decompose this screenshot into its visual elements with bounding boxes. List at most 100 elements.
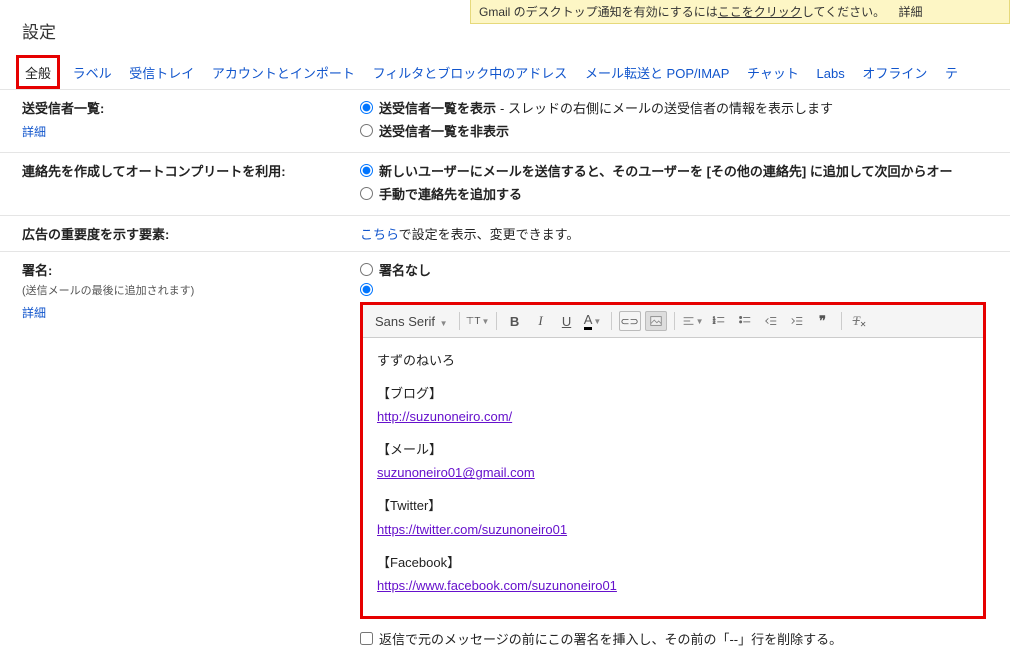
autocomplete-manual-label: 手動で連絡先を追加する — [379, 184, 522, 203]
bullet-list-icon — [738, 314, 752, 328]
chevron-down-icon: ▼ — [696, 317, 704, 326]
recipients-hide-row: 送受信者一覧を非表示 — [360, 121, 1000, 140]
toolbar-divider — [611, 312, 612, 330]
section-recipients-content: 送受信者一覧を表示 - スレッドの右側にメールの送受信者の情報を表示します 送受… — [360, 98, 1010, 144]
signature-insert-checkbox[interactable] — [360, 632, 373, 645]
section-signature: 署名: (送信メールの最後に追加されます) 詳細 署名なし Sans Serif… — [0, 252, 1010, 656]
toolbar-divider — [674, 312, 675, 330]
indent-less-icon — [764, 314, 778, 328]
section-autocomplete-content: 新しいユーザーにメールを送信すると、そのユーザーを [その他の連絡先] に追加し… — [360, 161, 1010, 207]
sig-mail-head: 【メール】 — [377, 439, 969, 461]
tab-offline[interactable]: オフライン — [855, 55, 934, 89]
image-icon — [649, 314, 663, 328]
remove-formatting-button[interactable]: T✕ — [849, 311, 871, 331]
align-icon — [682, 314, 695, 328]
recipients-details-link[interactable]: 詳細 — [22, 123, 46, 140]
settings-tabs: 全般 ラベル 受信トレイ アカウントとインポート フィルタとブロック中のアドレス… — [0, 55, 1010, 90]
notif-details-link[interactable]: 詳細 — [898, 5, 922, 19]
autocomplete-manual-radio[interactable] — [360, 187, 373, 200]
toolbar-divider — [459, 312, 460, 330]
autocomplete-auto-radio[interactable] — [360, 164, 373, 177]
signature-none-radio[interactable] — [360, 263, 373, 276]
section-ads: 広告の重要度を示す要素: こちらで設定を表示、変更できます。 — [0, 216, 1010, 252]
autocomplete-label: 連絡先を作成してオートコンプリートを利用: — [0, 161, 360, 207]
ads-rest: で設定を表示、変更できます。 — [399, 227, 580, 242]
tab-labs[interactable]: Labs — [810, 58, 852, 88]
tab-general[interactable]: 全般 — [25, 63, 51, 82]
autocomplete-auto-row: 新しいユーザーにメールを送信すると、そのユーザーを [その他の連絡先] に追加し… — [360, 161, 1000, 180]
sig-twitter-link[interactable]: https://twitter.com/suzunoneiro01 — [377, 522, 567, 537]
sig-twitter-head: 【Twitter】 — [377, 495, 969, 517]
notif-link[interactable]: ここをクリック — [718, 5, 802, 19]
signature-heading: 署名: — [22, 263, 52, 278]
insert-link-button[interactable]: ⊂⊃ — [619, 311, 641, 331]
bold-button[interactable]: B — [504, 311, 526, 331]
signature-use-row — [360, 283, 1000, 296]
sig-fb-head: 【Facebook】 — [377, 552, 969, 574]
recipients-show-label: 送受信者一覧を表示 — [379, 98, 496, 117]
toolbar-divider — [496, 312, 497, 330]
tab-inbox[interactable]: 受信トレイ — [122, 55, 201, 89]
section-ads-content: こちらで設定を表示、変更できます。 — [360, 224, 1010, 243]
indent-more-icon — [790, 314, 804, 328]
recipients-hide-label: 送受信者一覧を非表示 — [379, 121, 509, 140]
signature-insert-label: 返信で元のメッセージの前にこの署名を挿入し、その前の「--」行を削除する。 — [379, 629, 842, 648]
tab-filters[interactable]: フィルタとブロック中のアドレス — [366, 55, 575, 89]
tab-accounts[interactable]: アカウントとインポート — [205, 55, 362, 89]
signature-text-area[interactable]: すずのねいろ 【ブログ】 http://suzunoneiro.com/ 【メー… — [363, 338, 983, 616]
signature-insert-checkbox-row: 返信で元のメッセージの前にこの署名を挿入し、その前の「--」行を削除する。 — [360, 629, 1000, 648]
tab-labels[interactable]: ラベル — [66, 55, 119, 89]
text-color-button[interactable]: A▼ — [582, 311, 604, 331]
tab-general-highlight: 全般 — [16, 55, 60, 89]
notif-prefix: Gmail のデスクトップ通知を有効にするには — [479, 5, 718, 19]
chevron-down-icon: ▼ — [481, 317, 489, 326]
recipients-show-radio[interactable] — [360, 101, 373, 114]
signature-sub: (送信メールの最後に追加されます) — [22, 282, 350, 298]
toolbar-divider — [841, 312, 842, 330]
indent-less-button[interactable] — [760, 311, 782, 331]
signature-label-col: 署名: (送信メールの最後に追加されます) 詳細 — [0, 260, 360, 648]
numbered-list-icon: 12 — [712, 314, 726, 328]
svg-text:2: 2 — [712, 320, 715, 325]
recipients-heading: 送受信者一覧: — [22, 101, 104, 116]
ads-label: 広告の重要度を示す要素: — [0, 224, 360, 243]
sig-mail-link[interactable]: suzunoneiro01@gmail.com — [377, 465, 535, 480]
align-button[interactable]: ▼ — [682, 311, 704, 331]
quote-button[interactable]: ❞ — [812, 311, 834, 331]
sig-fb-link[interactable]: https://www.facebook.com/suzunoneiro01 — [377, 578, 617, 593]
section-autocomplete: 連絡先を作成してオートコンプリートを利用: 新しいユーザーにメールを送信すると、… — [0, 153, 1010, 216]
tab-chat[interactable]: チャット — [740, 55, 806, 89]
chevron-down-icon: ▼ — [440, 319, 448, 328]
notif-suffix: してください。 — [802, 5, 885, 19]
signature-details-link[interactable]: 詳細 — [22, 304, 46, 321]
section-signature-content: 署名なし Sans Serif ▼ ⊤T▼ B I U A▼ ⊂⊃ — [360, 260, 1010, 648]
ads-link[interactable]: こちら — [360, 227, 399, 242]
sig-blog-head: 【ブログ】 — [377, 383, 969, 405]
font-family-select[interactable]: Sans Serif ▼ — [371, 312, 452, 331]
recipients-show-desc: - スレッドの右側にメールの送受信者の情報を表示します — [500, 98, 833, 117]
autocomplete-manual-row: 手動で連絡先を追加する — [360, 184, 1000, 203]
sig-blog-link[interactable]: http://suzunoneiro.com/ — [377, 409, 512, 424]
signature-none-row: 署名なし — [360, 260, 1000, 279]
font-size-button[interactable]: ⊤T▼ — [467, 311, 489, 331]
underline-button[interactable]: U — [556, 311, 578, 331]
indent-more-button[interactable] — [786, 311, 808, 331]
signature-toolbar: Sans Serif ▼ ⊤T▼ B I U A▼ ⊂⊃ ▼ 12 — [363, 305, 983, 338]
signature-use-radio[interactable] — [360, 283, 373, 296]
desktop-notification-banner: Gmail のデスクトップ通知を有効にするにはここをクリックしてください。 詳細 — [470, 0, 1010, 24]
italic-button[interactable]: I — [530, 311, 552, 331]
chevron-down-icon: ▼ — [593, 317, 601, 326]
signature-editor: Sans Serif ▼ ⊤T▼ B I U A▼ ⊂⊃ ▼ 12 — [360, 302, 986, 619]
numbered-list-button[interactable]: 12 — [708, 311, 730, 331]
insert-image-button[interactable] — [645, 311, 667, 331]
autocomplete-auto-label: 新しいユーザーにメールを送信すると、そのユーザーを [その他の連絡先] に追加し… — [379, 161, 952, 180]
section-recipients: 送受信者一覧: 詳細 送受信者一覧を表示 - スレッドの右側にメールの送受信者の… — [0, 90, 1010, 153]
section-recipients-label: 送受信者一覧: 詳細 — [0, 98, 360, 144]
recipients-show-row: 送受信者一覧を表示 - スレッドの右側にメールの送受信者の情報を表示します — [360, 98, 1000, 117]
signature-none-label: 署名なし — [379, 260, 431, 279]
recipients-hide-radio[interactable] — [360, 124, 373, 137]
sig-name: すずのねいろ — [377, 350, 969, 372]
tab-themes[interactable]: テ — [938, 55, 965, 89]
tab-forwarding[interactable]: メール転送と POP/IMAP — [578, 55, 736, 89]
bullet-list-button[interactable] — [734, 311, 756, 331]
